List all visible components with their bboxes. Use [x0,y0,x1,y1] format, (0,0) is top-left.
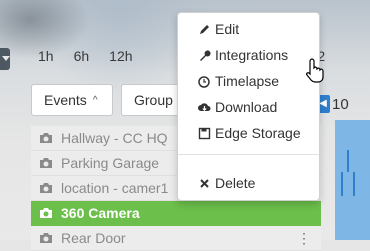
timelapse-icon [198,75,210,88]
close-icon [200,178,209,188]
collapse-toggle[interactable] [0,48,10,70]
camera-name: Parking Garage [61,155,160,171]
timeline-event [341,172,343,196]
events-dropdown[interactable]: Events ^ [31,84,113,116]
chevron-up-icon: ^ [92,94,98,106]
menu-item-label: Edit [215,21,240,37]
pencil-icon [200,24,209,34]
menu-item-label: Edge Storage [215,125,301,141]
time-range-1h[interactable]: 1h [28,42,64,70]
menu-item-label: Timelapse [215,73,280,89]
time-range-6h[interactable]: 6h [64,42,100,70]
menu-item-label: Integrations [215,47,289,63]
menu-item-download[interactable]: Download [178,95,319,119]
camera-icon [40,183,52,193]
camera-context-menu: Edit Integrations Timelapse Download Edg… [177,12,320,201]
menu-item-timelapse[interactable]: Timelapse [178,69,319,93]
cloud-download-icon [198,102,211,111]
save-icon [198,127,211,139]
menu-item-integrations[interactable]: Integrations [178,43,319,67]
more-options-icon[interactable]: ⋮ [297,230,311,247]
camera-icon [40,158,52,168]
camera-name: location - camer1 [61,180,169,196]
camera-name: Rear Door [61,230,126,246]
wrench-icon [200,49,211,61]
menu-item-label: Download [215,99,278,115]
camera-icon [40,233,52,243]
camera-row-rear-door[interactable]: Rear Door ⋮ [31,226,321,251]
hand-cursor-icon [306,58,324,83]
timeline-strip[interactable] [335,120,370,240]
timeline-event [353,172,355,196]
menu-item-edge-storage[interactable]: Edge Storage [178,121,319,145]
menu-item-edit[interactable]: Edit [178,17,319,41]
camera-icon [40,133,52,143]
page-number: 10 [332,96,349,113]
menu-item-delete[interactable]: Delete [178,171,319,195]
events-label: Events [44,92,87,108]
camera-row-360[interactable]: 360 Camera [31,201,321,226]
group-label: Group [134,92,173,108]
camera-icon [40,208,52,218]
time-range-12h[interactable]: 12h [99,42,142,70]
menu-item-label: Delete [215,175,256,191]
camera-name: 360 Camera [61,205,140,221]
timeline-event [347,150,349,172]
menu-divider [178,154,319,155]
camera-name: Hallway - CC HQ [61,130,168,146]
